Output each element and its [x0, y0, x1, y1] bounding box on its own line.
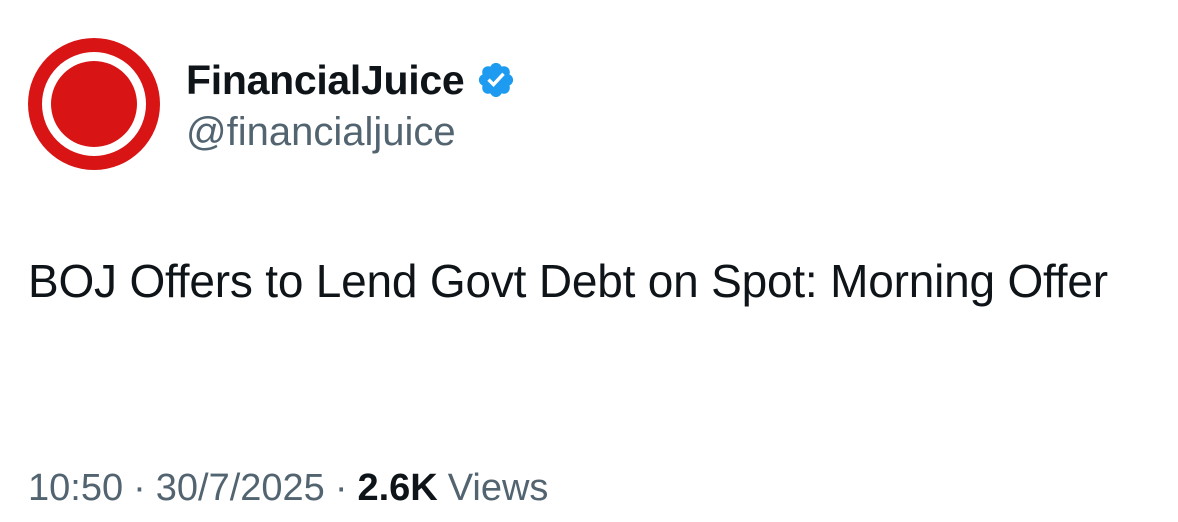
tweet-card: FinancialJuice @financialjuice BOJ Offer… — [0, 0, 1178, 522]
red-ring-logo-icon — [28, 38, 160, 170]
tweet-text: BOJ Offers to Lend Govt Debt on Spot: Mo… — [28, 255, 1108, 307]
verified-badge-icon[interactable] — [476, 60, 516, 100]
views-count: 2.6K — [357, 467, 438, 509]
views-link[interactable]: 2.6K Views — [357, 458, 548, 518]
views-label: Views — [447, 467, 549, 509]
meta-separator: · — [334, 467, 348, 509]
user-handle[interactable]: @financialjuice — [186, 110, 516, 155]
tweet-meta: 10:50 · 30/7/2025 · 2.6K Views — [28, 458, 548, 518]
avatar[interactable] — [28, 38, 160, 170]
tweet-time: 10:50 — [28, 467, 124, 509]
display-name[interactable]: FinancialJuice — [186, 57, 465, 104]
name-row: FinancialJuice — [186, 52, 516, 108]
author-block: FinancialJuice @financialjuice — [186, 52, 516, 155]
meta-separator: · — [133, 467, 146, 509]
timestamp-link[interactable]: 10:50 · 30/7/2025 — [28, 458, 325, 518]
tweet-date: 30/7/2025 — [155, 467, 325, 509]
